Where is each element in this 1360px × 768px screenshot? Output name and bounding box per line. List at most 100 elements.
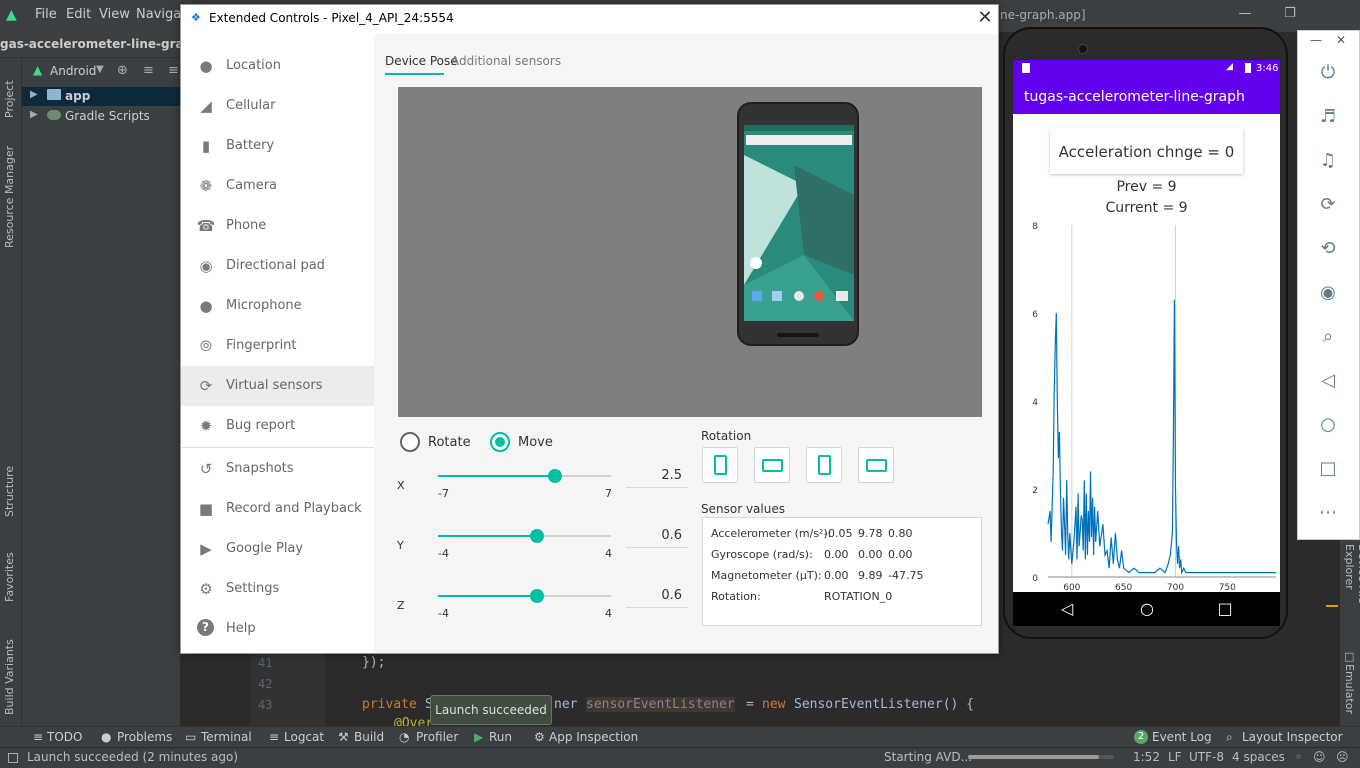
menu-edit[interactable]: Edit — [66, 7, 91, 22]
rotate-right-icon[interactable]: ⟲ — [1316, 237, 1340, 261]
sidebar-item-label[interactable]: Record and Playback — [226, 501, 362, 516]
tree-label-app[interactable]: app — [65, 89, 90, 103]
sidebar-item-label[interactable]: Bug report — [226, 418, 295, 433]
status-indent[interactable]: 4 spaces — [1232, 750, 1285, 764]
rotate-landscape-button[interactable] — [754, 447, 790, 483]
tool-profiler[interactable]: Profiler — [416, 730, 458, 744]
power-icon[interactable]: ⏻ — [1316, 61, 1340, 85]
tool-app-inspection[interactable]: App Inspection — [549, 730, 638, 744]
project-name[interactable]: gas-accelerometer-line-graph — [0, 37, 201, 51]
tree-label-gradle[interactable]: Gradle Scripts — [65, 109, 150, 123]
status-line-separator[interactable]: LF — [1168, 750, 1182, 764]
sensor-value: 0.00 — [824, 548, 849, 561]
radio-move-label[interactable]: Move — [518, 435, 553, 450]
tool-todo[interactable]: TODO — [47, 730, 82, 744]
tab-device-file-explorer[interactable]: Device File Explorer — [1343, 544, 1360, 630]
expand-icon[interactable]: ≡ — [168, 63, 179, 78]
slider-track-z[interactable] — [438, 595, 611, 597]
status-message[interactable]: Launch succeeded (2 minutes ago) — [27, 750, 238, 764]
tab-emulator[interactable]: Emulator — [1343, 664, 1356, 714]
nav-overview-icon[interactable]: □ — [1213, 599, 1237, 618]
emulator-close-icon[interactable]: ✕ — [1336, 33, 1346, 47]
close-icon[interactable]: ✕ — [975, 7, 995, 28]
camera-icon[interactable]: ◉ — [1316, 281, 1340, 305]
zoom-icon[interactable]: ⌕ — [1316, 325, 1340, 349]
terminal-icon: ▭ — [185, 730, 197, 744]
sidebar-item-label[interactable]: Location — [226, 58, 281, 73]
slider-track-x[interactable] — [438, 475, 611, 477]
back-icon[interactable]: ◁ — [1316, 369, 1340, 393]
chevron-right-icon[interactable]: ▶ — [30, 89, 38, 100]
smiley-icon[interactable]: ☺ — [1313, 750, 1326, 764]
tool-problems[interactable]: Problems — [117, 730, 172, 744]
target-icon[interactable]: ⊕ — [117, 63, 128, 78]
rotate-sensor-icon: ⟳ — [199, 377, 213, 395]
tab-additional-sensors[interactable]: Additional sensors — [451, 54, 561, 68]
emulator-minimize-icon[interactable]: — — [1310, 33, 1322, 47]
tab-device-pose[interactable]: Device Pose — [385, 54, 458, 68]
nav-home-icon[interactable]: ○ — [1135, 599, 1159, 618]
accelerometer-line-chart[interactable]: 02468600 650 700 750 — [1016, 215, 1280, 595]
home-icon[interactable]: ○ — [1316, 413, 1340, 437]
slider-value-input-x[interactable]: 2.5 — [626, 468, 682, 483]
slider-track-y[interactable] — [438, 535, 611, 537]
sidebar-item-label[interactable]: Battery — [226, 138, 274, 153]
tool-build[interactable]: Build — [354, 730, 384, 744]
sidebar-item-label[interactable]: Google Play — [226, 541, 303, 556]
tool-event-log[interactable]: Event Log — [1152, 730, 1212, 744]
rotate-left-icon[interactable]: ⟳ — [1316, 193, 1340, 217]
sensor-value: 0.00 — [858, 548, 883, 561]
device-pose-viewport[interactable] — [398, 87, 982, 417]
menu-file[interactable]: File — [35, 7, 57, 22]
tree-item-app-selected[interactable] — [22, 87, 180, 106]
frown-icon[interactable]: ☹ — [1336, 750, 1349, 764]
tool-run[interactable]: Run — [489, 730, 512, 744]
volume-up-icon[interactable]: ♬ — [1316, 105, 1340, 129]
minimize-icon[interactable]: — — [1235, 6, 1255, 21]
overview-icon[interactable]: □ — [1316, 457, 1340, 481]
more-icon[interactable]: ⋯ — [1316, 501, 1340, 525]
chevron-right-icon[interactable]: ▶ — [30, 109, 38, 120]
slider-value-input-z[interactable]: 0.6 — [626, 588, 682, 603]
rotate-portrait-button[interactable] — [702, 447, 738, 483]
sidebar-item-label[interactable]: Snapshots — [226, 461, 294, 476]
status-caret-position[interactable]: 1:52 — [1133, 750, 1160, 764]
rotate-reverse-portrait-button[interactable] — [806, 447, 842, 483]
slider-value-input-y[interactable]: 0.6 — [626, 528, 682, 543]
menu-view[interactable]: View — [99, 7, 130, 22]
collapse-icon[interactable]: ≡ — [143, 63, 154, 78]
tool-layout-inspector[interactable]: Layout Inspector — [1242, 730, 1343, 744]
sidebar-item-label[interactable]: Phone — [226, 218, 266, 233]
lock-icon[interactable]: ◦ — [1295, 750, 1302, 764]
nav-back-icon[interactable]: ◁ — [1055, 599, 1079, 618]
sidebar-item-label[interactable]: Directional pad — [226, 258, 325, 273]
project-view-selector[interactable]: Android — [50, 64, 96, 78]
sidebar-item-label[interactable]: Cellular — [226, 98, 275, 113]
sidebar-item-label[interactable]: Camera — [226, 178, 277, 193]
extended-controls-title: Extended Controls - Pixel_4_API_24:5554 — [209, 11, 454, 25]
tab-project[interactable]: Project — [3, 68, 19, 118]
tab-build-variants[interactable]: Build Variants — [3, 625, 19, 715]
sidebar-divider — [181, 447, 374, 448]
rotate-reverse-landscape-button[interactable] — [858, 447, 894, 483]
slider-max-label: 4 — [605, 607, 612, 620]
run-icon: ▶ — [474, 730, 484, 744]
maximize-icon[interactable]: ❐ — [1280, 6, 1300, 21]
sidebar-item-label[interactable]: Help — [226, 621, 256, 636]
sidebar-item-label[interactable]: Microphone — [226, 298, 302, 313]
tab-resource-manager[interactable]: Resource Manager — [3, 144, 19, 248]
tab-favorites[interactable]: Favorites — [3, 540, 19, 602]
sidebar-item-label[interactable]: Fingerprint — [226, 338, 297, 353]
volume-down-icon[interactable]: ♫ — [1316, 149, 1340, 173]
tab-structure[interactable]: Structure — [3, 455, 19, 517]
status-encoding[interactable]: UTF-8 — [1189, 750, 1224, 764]
status-square-icon[interactable] — [8, 753, 18, 763]
tool-terminal[interactable]: Terminal — [201, 730, 252, 744]
sidebar-item-label[interactable]: Virtual sensors — [226, 378, 322, 393]
tool-logcat[interactable]: Logcat — [284, 730, 324, 744]
radio-rotate-label[interactable]: Rotate — [428, 435, 471, 450]
sidebar-item-label[interactable]: Settings — [226, 581, 279, 596]
sensor-value: 9.89 — [858, 569, 883, 582]
chevron-down-icon[interactable]: ▼ — [96, 64, 104, 75]
radio-rotate[interactable] — [400, 432, 420, 452]
